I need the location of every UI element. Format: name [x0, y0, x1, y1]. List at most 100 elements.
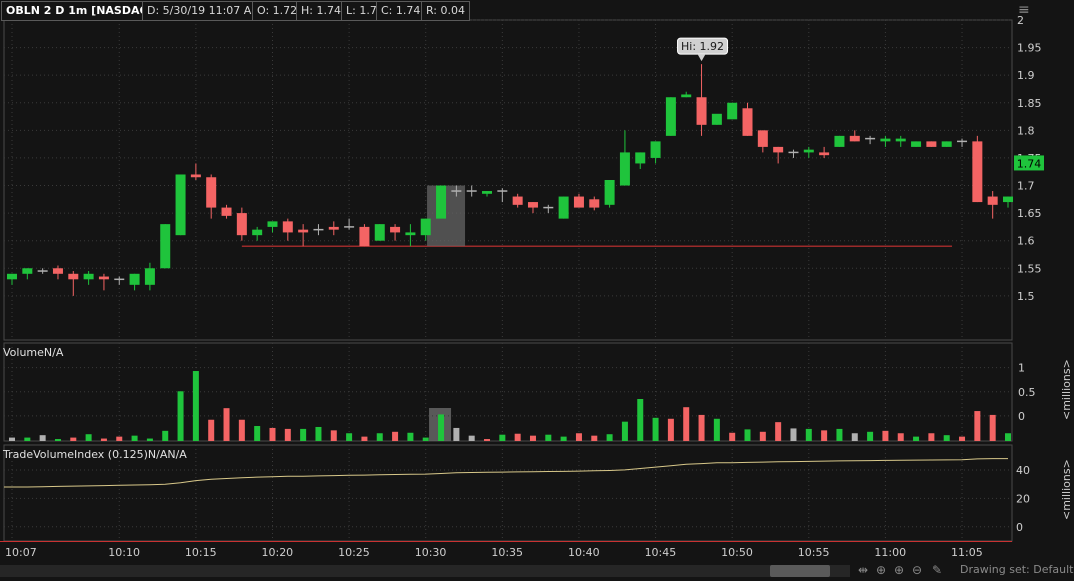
- volume-bar[interactable]: [407, 432, 414, 441]
- candle-body[interactable]: [987, 196, 998, 205]
- candle-body[interactable]: [482, 191, 493, 194]
- candle-body[interactable]: [98, 276, 109, 280]
- volume-bar[interactable]: [560, 436, 567, 441]
- volume-bar[interactable]: [499, 434, 506, 441]
- candle-body[interactable]: [527, 202, 538, 208]
- candle-body[interactable]: [819, 152, 830, 156]
- candle-body[interactable]: [834, 135, 845, 147]
- volume-bar[interactable]: [575, 433, 582, 441]
- volume-bar[interactable]: [744, 429, 751, 441]
- candle-body[interactable]: [405, 232, 416, 236]
- candle-body[interactable]: [558, 196, 569, 219]
- tvi-series-line[interactable]: [4, 458, 1008, 488]
- volume-bar[interactable]: [1005, 433, 1011, 441]
- zoom-in-icon[interactable]: ⊕: [894, 563, 904, 577]
- volume-bar[interactable]: [300, 428, 307, 441]
- volume-bar[interactable]: [85, 434, 92, 441]
- candle-body[interactable]: [773, 146, 784, 153]
- volume-bar[interactable]: [330, 430, 337, 441]
- volume-bar[interactable]: [100, 438, 107, 441]
- volume-bar[interactable]: [162, 430, 169, 441]
- candle-body[interactable]: [328, 226, 339, 230]
- volume-bar[interactable]: [284, 428, 291, 441]
- candle-body[interactable]: [941, 141, 952, 147]
- volume-bar[interactable]: [438, 414, 445, 441]
- candle-body[interactable]: [681, 94, 692, 98]
- volume-bar[interactable]: [652, 417, 659, 441]
- volume-bar[interactable]: [683, 407, 690, 441]
- candle-body[interactable]: [206, 177, 217, 208]
- candle-body[interactable]: [52, 268, 63, 274]
- volume-bar[interactable]: [468, 435, 475, 441]
- volume-bar[interactable]: [805, 428, 812, 441]
- candle-body[interactable]: [727, 102, 738, 120]
- candle-body[interactable]: [236, 213, 247, 236]
- volume-bar[interactable]: [821, 430, 828, 441]
- volume-bar[interactable]: [39, 435, 46, 441]
- volume-bar[interactable]: [545, 434, 552, 441]
- candle-body[interactable]: [175, 174, 186, 236]
- candle-body[interactable]: [22, 268, 33, 274]
- candle-body[interactable]: [589, 199, 600, 208]
- volume-bar[interactable]: [54, 439, 61, 441]
- volume-bar[interactable]: [959, 436, 966, 441]
- candle-body[interactable]: [221, 207, 232, 216]
- volume-bar[interactable]: [376, 433, 383, 441]
- volume-bar[interactable]: [192, 371, 199, 441]
- volume-bar[interactable]: [361, 436, 368, 441]
- volume-bar[interactable]: [759, 431, 766, 441]
- candle-body[interactable]: [926, 141, 937, 147]
- candle-body[interactable]: [512, 196, 523, 205]
- volume-bar[interactable]: [974, 411, 981, 441]
- volume-bar[interactable]: [621, 421, 628, 441]
- candle-body[interactable]: [573, 196, 584, 208]
- candle-body[interactable]: [436, 185, 447, 219]
- volume-bar[interactable]: [223, 408, 230, 441]
- menu-icon[interactable]: ≡: [1018, 2, 1030, 18]
- volume-bar[interactable]: [667, 418, 674, 441]
- volume-bar[interactable]: [836, 428, 843, 441]
- volume-bar[interactable]: [867, 431, 874, 441]
- volume-bar[interactable]: [606, 434, 613, 441]
- volume-bar[interactable]: [897, 433, 904, 441]
- volume-bar[interactable]: [484, 439, 491, 441]
- volume-bar[interactable]: [775, 422, 782, 441]
- candle-body[interactable]: [129, 273, 140, 285]
- candle-body[interactable]: [604, 180, 615, 205]
- candle-body[interactable]: [298, 229, 309, 233]
- candle-body[interactable]: [390, 226, 401, 233]
- candle-body[interactable]: [1003, 196, 1013, 203]
- volume-bar[interactable]: [9, 437, 15, 441]
- volume-bar[interactable]: [989, 414, 996, 441]
- volume-bar[interactable]: [637, 399, 644, 441]
- volume-bar[interactable]: [177, 391, 184, 441]
- candle-body[interactable]: [83, 273, 94, 280]
- candle-body[interactable]: [190, 174, 201, 178]
- drawing-set-label[interactable]: Drawing set: Default: [960, 563, 1073, 576]
- candle-body[interactable]: [972, 141, 983, 203]
- volume-bar[interactable]: [208, 419, 215, 441]
- volume-bar[interactable]: [698, 414, 705, 441]
- candle-body[interactable]: [665, 97, 676, 136]
- volume-bar[interactable]: [315, 426, 322, 441]
- volume-bar[interactable]: [131, 435, 138, 441]
- volume-bar[interactable]: [882, 430, 889, 441]
- symbol-label[interactable]: OBLN 2 D 1m [NASDAQ]: [1, 1, 159, 21]
- candle-body[interactable]: [420, 218, 431, 236]
- candle-body[interactable]: [68, 273, 79, 280]
- volume-bar[interactable]: [713, 418, 720, 441]
- candle-body[interactable]: [252, 229, 263, 236]
- candle-body[interactable]: [849, 135, 860, 142]
- candle-body[interactable]: [160, 224, 171, 269]
- candle-body[interactable]: [144, 268, 155, 285]
- chart-canvas[interactable]: 21.951.91.851.81.751.71.651.61.551.5Hi: …: [0, 0, 1074, 581]
- volume-bar[interactable]: [269, 427, 276, 441]
- candle-body[interactable]: [711, 113, 722, 125]
- volume-bar[interactable]: [392, 431, 399, 441]
- zoom-out-icon[interactable]: ⊖: [912, 563, 922, 577]
- volume-bar[interactable]: [851, 433, 858, 441]
- volume-bar[interactable]: [943, 435, 950, 441]
- volume-bar[interactable]: [146, 438, 153, 441]
- volume-bar[interactable]: [24, 437, 31, 441]
- volume-bar[interactable]: [928, 433, 935, 441]
